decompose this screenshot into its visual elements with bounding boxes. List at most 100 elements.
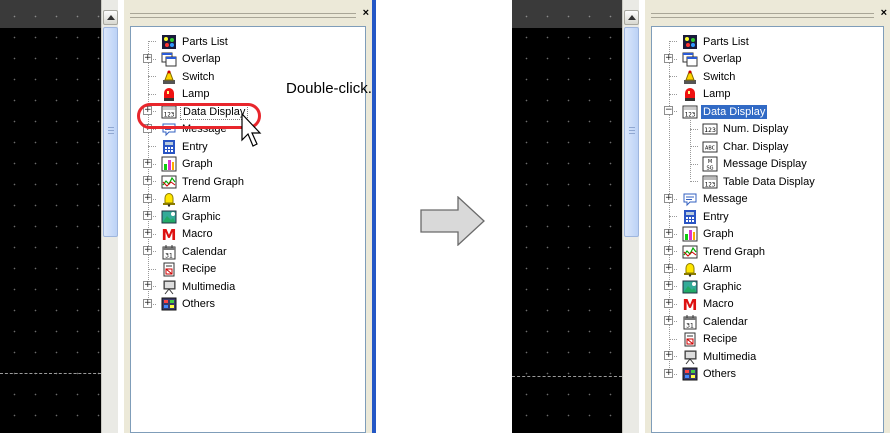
tree-item-overlap[interactable]: Overlap xyxy=(682,51,744,68)
tree-item-entry[interactable]: Entry xyxy=(161,138,210,155)
canvas-title-band xyxy=(512,0,622,28)
expand-toggle[interactable]: + xyxy=(143,228,152,238)
tree-item-label: Macro xyxy=(182,228,213,240)
tree-item-trend-graph[interactable]: Trend Graph xyxy=(161,173,246,190)
tree-item-others[interactable]: Others xyxy=(682,366,738,383)
expand-toggle[interactable]: + xyxy=(143,281,152,290)
expand-toggle[interactable]: + xyxy=(143,158,152,168)
panel-header[interactable]: × xyxy=(645,0,890,26)
expand-toggle[interactable]: + xyxy=(664,351,673,360)
alarm-icon xyxy=(161,191,177,207)
tree-item-entry[interactable]: Entry xyxy=(682,208,731,225)
tree-connector-line xyxy=(148,41,156,42)
tree-item-label: Multimedia xyxy=(182,280,236,293)
expand-toggle[interactable]: + xyxy=(664,246,673,255)
tree-item-label: Others xyxy=(703,368,737,380)
parts-tree: Parts List + Overlap Switch Lamp − 123 Data Dis… xyxy=(651,26,884,433)
overlap-icon xyxy=(161,51,177,67)
expand-toggle[interactable]: + xyxy=(143,193,152,203)
expand-toggle[interactable]: + xyxy=(664,193,673,203)
tree-item-label: Lamp xyxy=(703,88,731,100)
tree-item-label: Macro xyxy=(703,298,734,310)
tree-item-overlap[interactable]: Overlap xyxy=(161,51,223,68)
scroll-thumb[interactable] xyxy=(624,27,639,237)
right-editor-canvas[interactable] xyxy=(512,0,622,433)
recipe-icon xyxy=(161,261,177,277)
tree-item-parts-list[interactable]: Parts List xyxy=(161,33,230,50)
tree-item-lamp[interactable]: Lamp xyxy=(161,86,212,103)
tree-item-graph[interactable]: Graph xyxy=(682,226,736,243)
expand-toggle[interactable]: + xyxy=(664,281,673,290)
entry-icon xyxy=(161,139,177,155)
tree-item-calendar[interactable]: 31 Calendar xyxy=(682,313,750,330)
canvas-guide-line xyxy=(512,376,622,377)
tree-item-multimedia[interactable]: Multimedia xyxy=(161,278,237,295)
scroll-thumb[interactable] xyxy=(103,27,118,237)
scroll-up-button[interactable] xyxy=(103,10,118,25)
left-editor-canvas[interactable] xyxy=(0,0,101,433)
tree-connector-line xyxy=(690,163,698,165)
tree-item-parts-list[interactable]: Parts List xyxy=(682,33,751,50)
tree-item-message-display[interactable]: M SG Message Display xyxy=(702,156,809,173)
tree-item-label: Trend Graph xyxy=(182,175,244,188)
mouse-pointer-icon xyxy=(241,113,262,147)
panel-close-button[interactable]: × xyxy=(881,7,887,19)
svg-text:123: 123 xyxy=(705,181,716,188)
expand-toggle[interactable]: + xyxy=(143,176,152,185)
expand-toggle[interactable]: + xyxy=(664,263,673,273)
tree-item-trend-graph[interactable]: Trend Graph xyxy=(682,243,767,260)
tree-item-message[interactable]: Message xyxy=(682,191,750,208)
left-vertical-scrollbar[interactable] xyxy=(101,0,118,433)
tree-item-lamp[interactable]: Lamp xyxy=(682,86,733,103)
char-display-icon: ABC xyxy=(702,139,718,155)
thumb-grip xyxy=(629,130,635,131)
tree-item-char-display[interactable]: ABC Char. Display xyxy=(702,138,790,155)
switch-icon xyxy=(682,69,698,85)
tree-item-recipe[interactable]: Recipe xyxy=(682,331,739,348)
expand-toggle[interactable]: + xyxy=(664,298,673,308)
tree-item-table-data-display[interactable]: 123 Table Data Display xyxy=(702,173,817,190)
entry-icon xyxy=(682,209,698,225)
tree-item-switch[interactable]: Switch xyxy=(682,68,737,85)
panel-header[interactable]: × xyxy=(124,0,372,26)
expand-toggle[interactable]: + xyxy=(664,53,673,63)
tree-item-graphic[interactable]: Graphic xyxy=(161,208,223,225)
panel-drag-grip[interactable] xyxy=(130,13,356,18)
right-vertical-scrollbar[interactable] xyxy=(622,0,639,433)
tree-item-calendar[interactable]: 31 Calendar xyxy=(161,243,229,260)
thumb-grip xyxy=(629,127,635,128)
expand-toggle[interactable]: + xyxy=(664,368,673,378)
panel-close-button[interactable]: × xyxy=(363,7,369,19)
tree-item-macro[interactable]: M Macro xyxy=(161,226,215,244)
tree-item-others[interactable]: Others xyxy=(161,296,217,313)
tree-item-label: Graph xyxy=(703,228,734,240)
expand-toggle[interactable]: + xyxy=(143,246,152,255)
collapse-toggle[interactable]: − xyxy=(664,106,673,115)
tree-item-multimedia[interactable]: Multimedia xyxy=(682,348,758,365)
tree-item-alarm[interactable]: Alarm xyxy=(682,261,734,278)
tree-item-recipe[interactable]: Recipe xyxy=(161,261,218,278)
tree-item-label: Message Display xyxy=(723,158,807,170)
expand-toggle[interactable]: + xyxy=(143,53,152,63)
tree-item-num-display[interactable]: 123 Num. Display xyxy=(702,121,790,138)
tree-item-graphic[interactable]: Graphic xyxy=(682,278,744,295)
svg-text:123: 123 xyxy=(704,126,716,134)
expand-toggle[interactable]: + xyxy=(664,228,673,238)
right-screen: × Parts List + Overlap Switch Lamp − 123 Data D… xyxy=(512,0,890,433)
scroll-up-button[interactable] xyxy=(624,10,639,25)
panel-drag-grip[interactable] xyxy=(651,13,874,18)
expand-toggle[interactable]: + xyxy=(143,298,152,308)
tree-item-label: Data Display xyxy=(701,104,768,119)
tree-item-data-display[interactable]: 123 Data Display xyxy=(682,103,768,120)
expand-toggle[interactable]: + xyxy=(143,211,152,220)
message-display-icon: M SG xyxy=(702,156,718,172)
tree-item-macro[interactable]: M Macro xyxy=(682,296,736,314)
lamp-icon xyxy=(682,86,698,102)
tree-item-alarm[interactable]: Alarm xyxy=(161,191,213,208)
tree-item-label: Char. Display xyxy=(723,140,789,153)
tree-item-graph[interactable]: Graph xyxy=(161,156,215,173)
svg-text:31: 31 xyxy=(165,252,173,259)
lamp-icon xyxy=(161,86,177,102)
expand-toggle[interactable]: + xyxy=(664,316,673,325)
tree-item-switch[interactable]: Switch xyxy=(161,68,216,85)
